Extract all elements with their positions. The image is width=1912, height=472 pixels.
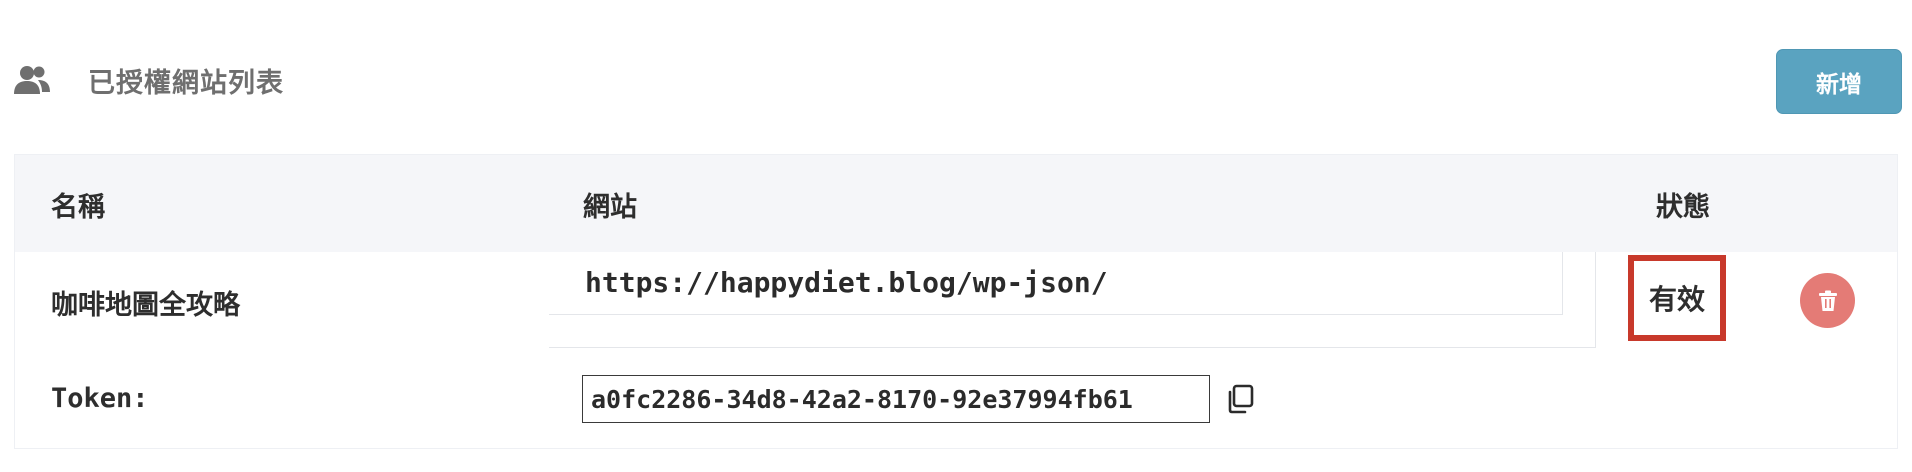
delete-button[interactable]: [1800, 273, 1855, 328]
column-header-status: 狀態: [1656, 192, 1710, 223]
sites-table: 名稱 網站 狀態 咖啡地圖全攻略 https://happydiet.blog/…: [14, 154, 1898, 449]
add-site-button[interactable]: 新增: [1776, 49, 1902, 114]
trash-icon: [1818, 290, 1837, 311]
site-url-field: https://happydiet.blog/wp-json/: [549, 252, 1563, 315]
site-url-textarea[interactable]: https://happydiet.blog/wp-json/: [549, 252, 1596, 348]
copy-icon[interactable]: [1224, 383, 1256, 415]
column-header-site: 網站: [583, 192, 637, 223]
page-title: 已授權網站列表: [88, 67, 284, 99]
table-header: 名稱 網站 狀態: [15, 155, 1897, 252]
section-header: 已授權網站列表: [14, 56, 284, 104]
token-field[interactable]: [582, 375, 1210, 423]
site-url: https://happydiet.blog/wp-json/: [585, 266, 1108, 299]
authorized-sites-page: 已授權網站列表 新增 名稱 網站 狀態 咖啡地圖全攻略 https://happ…: [0, 0, 1912, 472]
site-name: 咖啡地圖全攻略: [51, 290, 240, 321]
status-badge: 有效: [1628, 255, 1726, 341]
column-header-name: 名稱: [51, 192, 105, 223]
token-label: Token:: [51, 383, 149, 414]
users-icon: [14, 66, 50, 94]
status-label: 有效: [1648, 283, 1705, 316]
